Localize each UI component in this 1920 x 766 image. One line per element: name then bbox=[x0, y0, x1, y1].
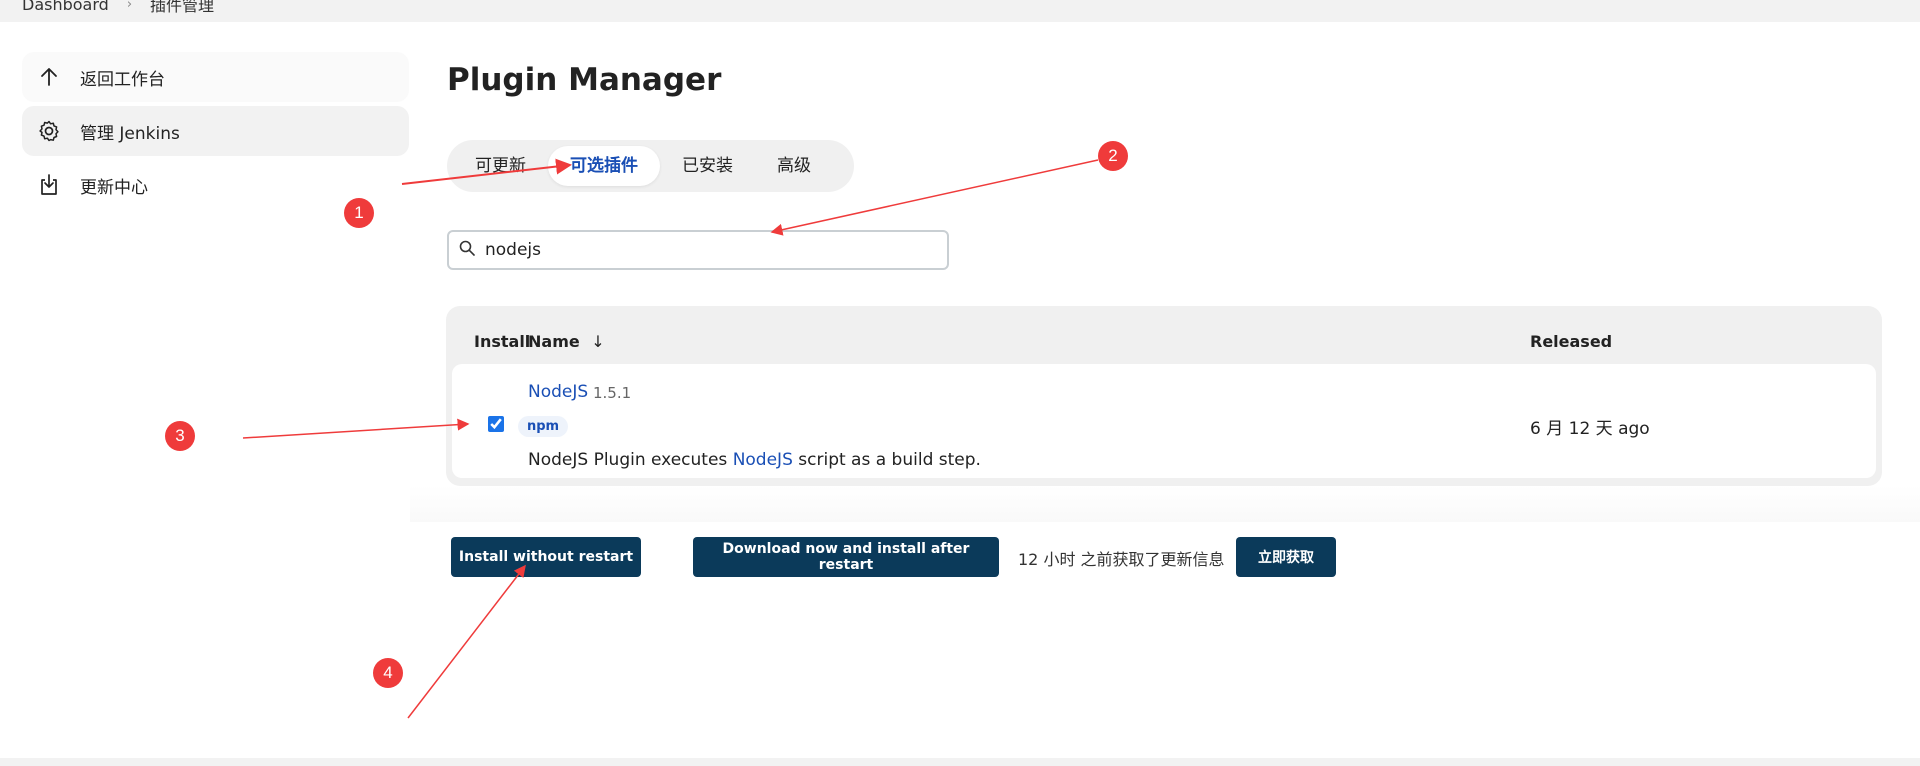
column-header-install: Install bbox=[474, 332, 531, 351]
annotation-marker-4: 4 bbox=[373, 658, 403, 688]
tab-available[interactable]: 可选插件 bbox=[548, 146, 660, 186]
plugin-table: Install Name ↓ Released NodeJS 1.5.1 npm… bbox=[446, 306, 1882, 486]
breadcrumb-separator-icon: › bbox=[126, 0, 133, 12]
download-install-after-restart-button[interactable]: Download now and install after restart bbox=[693, 537, 999, 577]
annotation-arrow-4 bbox=[407, 564, 526, 719]
bottom-bar bbox=[0, 758, 1920, 766]
breadcrumb: Dashboard › 插件管理 bbox=[22, 0, 214, 16]
released-date: 6 月 12 天 ago bbox=[1530, 419, 1650, 439]
table-row: NodeJS 1.5.1 npm NodeJS Plugin executes … bbox=[452, 364, 1876, 478]
install-checkbox[interactable] bbox=[488, 416, 504, 432]
gear-icon bbox=[36, 118, 62, 144]
sidebar-item-label: 返回工作台 bbox=[80, 69, 165, 90]
desc-prefix: NodeJS Plugin executes bbox=[528, 450, 733, 470]
fetch-now-button[interactable]: 立即获取 bbox=[1236, 537, 1336, 577]
plugin-tag-npm[interactable]: npm bbox=[518, 416, 569, 437]
breadcrumb-current[interactable]: 插件管理 bbox=[150, 0, 214, 16]
plugin-version: 1.5.1 bbox=[593, 384, 632, 402]
annotation-marker-1: 1 bbox=[344, 198, 374, 228]
annotation-marker-2: 2 bbox=[1098, 141, 1128, 171]
sidebar-item-label: 更新中心 bbox=[80, 177, 148, 198]
tab-installed[interactable]: 已安装 bbox=[660, 146, 755, 186]
column-header-name[interactable]: Name ↓ bbox=[528, 332, 605, 351]
sidebar-item-manage-jenkins[interactable]: 管理 Jenkins bbox=[22, 106, 409, 156]
plugin-description: NodeJS Plugin executes NodeJS script as … bbox=[528, 450, 981, 470]
annotation-arrow-3 bbox=[242, 418, 470, 439]
top-bar: Dashboard › 插件管理 bbox=[0, 0, 1920, 22]
search-input[interactable] bbox=[483, 239, 927, 261]
column-header-released: Released bbox=[1530, 332, 1613, 351]
search-icon bbox=[459, 240, 475, 260]
bottom-divider bbox=[410, 486, 1920, 522]
install-without-restart-button[interactable]: Install without restart bbox=[451, 537, 641, 577]
tab-advanced[interactable]: 高级 bbox=[755, 146, 833, 186]
sort-arrow-icon: ↓ bbox=[591, 332, 605, 351]
plugin-tabs: 可更新 可选插件 已安装 高级 bbox=[447, 140, 854, 192]
annotation-marker-3: 3 bbox=[165, 421, 195, 451]
column-header-name-label: Name bbox=[528, 332, 580, 351]
tab-updates[interactable]: 可更新 bbox=[453, 146, 548, 186]
update-info-text: 12 小时 之前获取了更新信息 bbox=[1018, 550, 1225, 569]
sidebar-item-back-to-dashboard[interactable]: 返回工作台 bbox=[22, 52, 409, 102]
arrow-up-icon bbox=[36, 64, 62, 90]
page-title: Plugin Manager bbox=[447, 62, 722, 98]
desc-nodejs-link[interactable]: NodeJS bbox=[733, 450, 793, 470]
desc-suffix: script as a build step. bbox=[792, 450, 981, 470]
breadcrumb-dashboard[interactable]: Dashboard bbox=[22, 0, 109, 14]
table-header: Install Name ↓ Released bbox=[446, 326, 1882, 356]
plugin-search-box bbox=[447, 230, 949, 270]
sidebar-item-label: 管理 Jenkins bbox=[80, 123, 180, 144]
plugin-name-link[interactable]: NodeJS bbox=[528, 382, 588, 402]
sidebar: 返回工作台 管理 Jenkins 更新中心 bbox=[22, 52, 409, 214]
download-icon bbox=[36, 172, 62, 198]
